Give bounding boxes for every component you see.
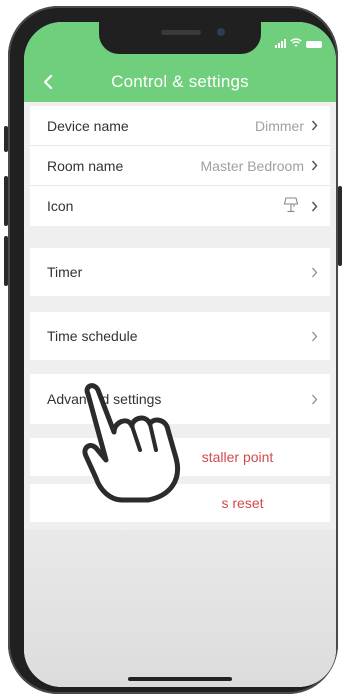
volume-down-button [4,236,8,286]
battery-icon [306,41,322,48]
chevron-right-icon [310,160,318,172]
installer-point-label: staller point [201,449,274,465]
home-indicator[interactable] [128,677,232,681]
reset-button[interactable]: s reset [30,484,330,522]
time-schedule-card: Time schedule [30,312,330,360]
icon-row[interactable]: Icon [30,186,330,226]
device-name-value: Dimmer [255,117,304,134]
volume-up-button [4,176,8,226]
chevron-right-icon [310,266,318,278]
device-name-label: Device name [47,117,129,134]
reset-label: s reset [221,495,264,511]
speaker-grille [161,30,201,35]
side-button [4,126,8,152]
phone-frame: Control & settings Device name Dimmer Ro… [4,6,342,694]
settings-content: Device name Dimmer Room name Master Bedr… [24,102,336,687]
chevron-right-icon [310,200,318,212]
wifi-icon [290,38,302,47]
chevron-right-icon [310,120,318,132]
icon-label: Icon [47,198,74,214]
time-schedule-row[interactable]: Time schedule [30,312,330,360]
installer-point-button[interactable]: staller point [30,438,330,476]
nav-bar: Control & settings [24,62,336,102]
device-name-row[interactable]: Device name Dimmer [30,106,330,146]
timer-row[interactable]: Timer [30,248,330,296]
advanced-settings-card: Advanced settings [30,374,330,424]
front-camera [217,28,225,36]
phone-screen: Control & settings Device name Dimmer Ro… [24,22,336,687]
signal-icon [275,39,286,48]
time-schedule-label: Time schedule [47,328,138,344]
chevron-right-icon [310,330,318,342]
lamp-icon [282,196,300,217]
status-icons [275,38,322,48]
empty-area [24,530,336,687]
installer-point-card: staller point [30,438,330,476]
device-settings-card: Device name Dimmer Room name Master Bedr… [30,106,330,226]
reset-card: s reset [30,484,330,522]
chevron-right-icon [310,393,318,405]
room-name-label: Room name [47,157,124,174]
power-button [338,186,342,266]
advanced-settings-row[interactable]: Advanced settings [30,374,330,424]
timer-label: Timer [47,264,83,280]
timer-card: Timer [30,248,330,296]
advanced-settings-label: Advanced settings [47,391,162,407]
room-name-row[interactable]: Room name Master Bedroom [30,146,330,186]
notch [99,22,261,54]
room-name-value: Master Bedroom [200,157,304,174]
page-title: Control & settings [111,72,249,91]
